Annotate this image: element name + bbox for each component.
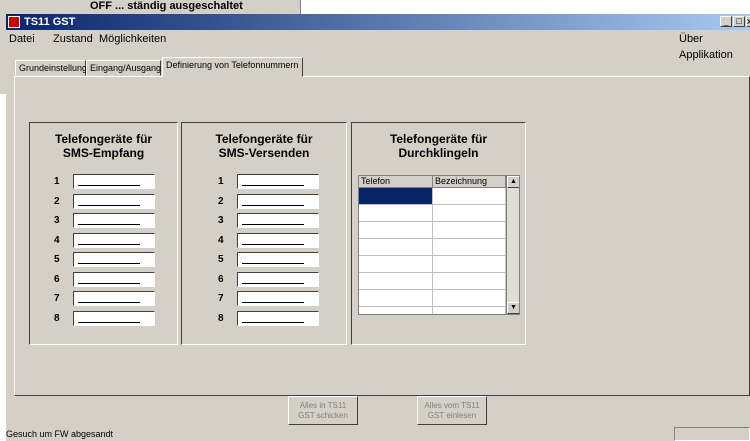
status-bar: Gesuch um FW abgesandt: [6, 427, 750, 441]
phone-input-3[interactable]: [73, 213, 155, 228]
grid-cell[interactable]: [359, 205, 433, 222]
phone-input-4[interactable]: [73, 232, 155, 248]
phone-input-1[interactable]: [237, 174, 319, 189]
status-panel: [674, 427, 750, 441]
group-title: Telefongeräte für SMS-Versenden: [215, 132, 313, 160]
phone-input-2[interactable]: [73, 193, 155, 209]
maximize-button[interactable]: □: [733, 16, 745, 27]
grid-header-bezeichnung[interactable]: Bezeichnung: [433, 176, 506, 188]
phone-input-7[interactable]: [73, 291, 155, 306]
grid-cell[interactable]: [359, 273, 433, 290]
background-window-title: OFF ... ständig ausgeschaltet: [90, 0, 243, 12]
scroll-down-button[interactable]: ▼: [507, 302, 519, 314]
phone-input-6[interactable]: [73, 271, 155, 287]
phone-input-4[interactable]: [237, 232, 319, 248]
grid-cell[interactable]: [433, 239, 506, 256]
phone-input-8[interactable]: [73, 310, 155, 326]
minimize-button[interactable]: _: [720, 16, 732, 27]
menu-zustand[interactable]: Zustand: [50, 31, 96, 47]
grid-cell[interactable]: [359, 222, 433, 239]
tab-definierung-telefonnummern[interactable]: Definierung von Telefonnummern: [162, 57, 303, 77]
group-title: Telefongeräte für SMS-Empfang: [54, 132, 153, 160]
row-number: 2: [218, 195, 224, 207]
row-number: 7: [218, 293, 224, 304]
row-number: 1: [54, 176, 60, 187]
close-button[interactable]: x: [746, 16, 750, 27]
row-number: 5: [54, 254, 60, 265]
group-sms-empfang: Telefongeräte für SMS-Empfang 1 2 3 4 5 6 7 8: [29, 122, 178, 345]
grid-cell[interactable]: [359, 256, 433, 273]
grid-cell[interactable]: [433, 256, 506, 273]
grid-scrollbar[interactable]: ▲ ▼: [506, 176, 519, 314]
row-number: 6: [54, 273, 60, 285]
group-sms-versenden: Telefongeräte für SMS-Versenden 1 2 3 4 5 6 7 8: [181, 122, 347, 345]
group-title: Telefongeräte für Durchklingeln: [389, 132, 488, 160]
main-window: TS11 GST _ □ x Datei Zustand Möglichkeit…: [6, 14, 750, 441]
row-number: 8: [54, 312, 60, 324]
group-durchklingeln: Telefongeräte für Durchklingeln Telefon …: [351, 122, 526, 345]
phone-input-7[interactable]: [237, 291, 319, 306]
grid-header-telefon[interactable]: Telefon: [359, 176, 433, 188]
tab-eingang-ausgang[interactable]: Eingang/Ausgang: [86, 60, 161, 76]
phone-input-8[interactable]: [237, 310, 319, 326]
row-number: 4: [218, 234, 224, 246]
row-number: 7: [54, 293, 60, 304]
row-number: 3: [54, 215, 60, 226]
row-number: 2: [54, 195, 60, 207]
row-number: 6: [218, 273, 224, 285]
tab-grundeinstellung[interactable]: Grundeinstellung: [15, 60, 87, 76]
phone-input-5[interactable]: [73, 252, 155, 267]
grid-cell[interactable]: [433, 188, 506, 205]
grid-cell[interactable]: [433, 290, 506, 307]
status-text: Gesuch um FW abgesandt: [6, 429, 114, 439]
grid-cell[interactable]: [433, 273, 506, 290]
grid-cell[interactable]: [433, 205, 506, 222]
window-title: TS11 GST: [24, 16, 76, 28]
grid-cell[interactable]: [433, 307, 506, 314]
grid-cell[interactable]: [359, 188, 433, 205]
grid-cell[interactable]: [433, 222, 506, 239]
title-bar[interactable]: TS11 GST _ □ x: [6, 14, 750, 30]
phone-input-1[interactable]: [73, 174, 155, 189]
menu-about[interactable]: Über Applikation: [676, 31, 750, 63]
app-icon: [8, 16, 20, 28]
grid-cell[interactable]: [359, 239, 433, 256]
phone-input-6[interactable]: [237, 271, 319, 287]
phone-input-2[interactable]: [237, 193, 319, 209]
menu-moeglichkeiten[interactable]: Möglichkeiten: [96, 31, 169, 47]
send-all-button[interactable]: Alles in TS11 GST schicken: [288, 396, 358, 425]
row-number: 8: [218, 312, 224, 324]
phone-input-3[interactable]: [237, 213, 319, 228]
row-number: 5: [218, 254, 224, 265]
row-number: 1: [218, 176, 224, 187]
row-number: 4: [54, 234, 60, 246]
read-all-button[interactable]: Alles vom TS11 GST einlesen: [417, 396, 487, 425]
grid-cell[interactable]: [359, 307, 433, 314]
phone-grid[interactable]: Telefon Bezeichnung ▲ ▼: [358, 175, 520, 315]
row-number: 3: [218, 215, 224, 226]
scroll-up-button[interactable]: ▲: [507, 176, 519, 188]
menu-bar: Datei Zustand Möglichkeiten Über Applika…: [6, 30, 750, 61]
menu-datei[interactable]: Datei: [6, 31, 38, 47]
grid-cell[interactable]: [359, 290, 433, 307]
phone-input-5[interactable]: [237, 252, 319, 267]
